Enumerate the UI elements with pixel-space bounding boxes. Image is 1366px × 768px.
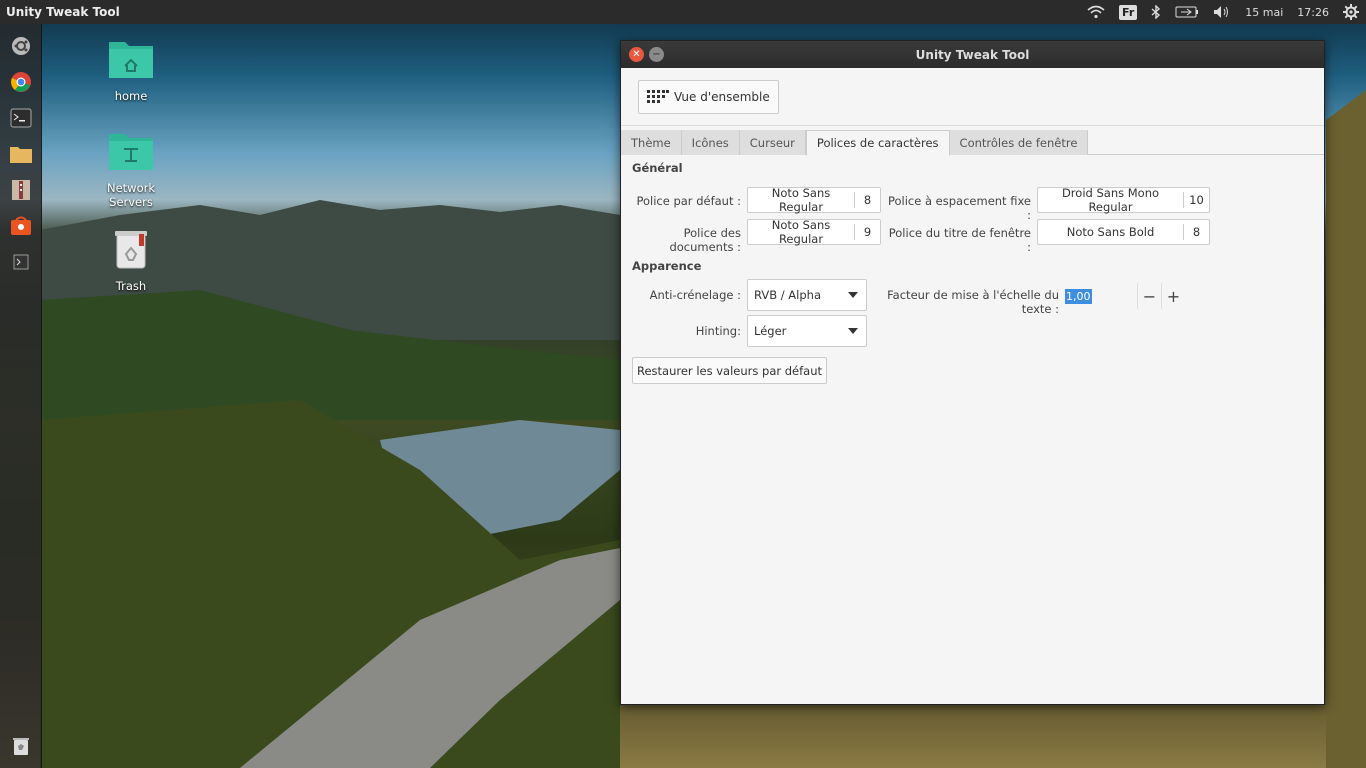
tab-icons[interactable]: Icônes xyxy=(681,130,740,155)
decrease-button[interactable]: − xyxy=(1137,283,1161,309)
reset-defaults-label: Restaurer les valeurs par défaut xyxy=(637,363,823,378)
clock-label[interactable]: 17:26 xyxy=(1290,0,1336,24)
reset-defaults-button[interactable]: Restaurer les valeurs par défaut xyxy=(632,357,828,384)
titlebar-font-size: 8 xyxy=(1183,224,1209,240)
tab-window-controls[interactable]: Contrôles de fenêtre xyxy=(949,130,1089,155)
unity-tweak-tool-window: ✕ − Unity Tweak Tool Vue d'ensemble Thèm… xyxy=(620,40,1325,705)
launcher xyxy=(0,24,42,768)
minus-icon: − xyxy=(1142,286,1157,306)
battery-icon[interactable] xyxy=(1168,0,1206,24)
desktop-icon-label: Network Servers xyxy=(106,181,156,209)
files-icon[interactable] xyxy=(7,140,35,168)
chevron-down-icon xyxy=(848,328,858,334)
default-font-label: Police par défaut : xyxy=(636,194,741,208)
monospace-font-label: Police à espacement fixe : xyxy=(887,194,1031,222)
chrome-icon[interactable] xyxy=(7,68,35,96)
tab-theme[interactable]: Thème xyxy=(621,130,682,155)
hinting-combo[interactable]: Léger xyxy=(747,315,867,347)
network-folder-icon xyxy=(109,134,153,170)
trash-icon[interactable] xyxy=(7,732,35,760)
software-center-icon[interactable] xyxy=(7,212,35,240)
top-panel: Unity Tweak Tool Fr 15 mai 17:26 xyxy=(0,0,1366,24)
desktop-icon-home[interactable]: home xyxy=(86,38,176,103)
desktop-icon-trash[interactable]: Trash xyxy=(86,228,176,293)
window-title: Unity Tweak Tool xyxy=(915,47,1030,62)
date-label[interactable]: 15 mai xyxy=(1238,0,1290,24)
increase-button[interactable]: + xyxy=(1161,283,1185,309)
window-titlebar[interactable]: ✕ − Unity Tweak Tool xyxy=(621,41,1324,68)
dash-icon[interactable] xyxy=(7,32,35,60)
trash-icon xyxy=(115,231,147,269)
desktop-icon-label: home xyxy=(114,89,148,103)
shell-icon[interactable] xyxy=(7,248,35,276)
monospace-font-button[interactable]: Droid Sans Mono Regular 10 xyxy=(1037,186,1210,214)
text-scale-label: Facteur de mise à l'échelle du texte : xyxy=(887,288,1059,316)
terminal-icon[interactable] xyxy=(7,104,35,132)
chevron-down-icon xyxy=(848,292,858,298)
titlebar-font-label: Police du titre de fenêtre : xyxy=(888,226,1031,254)
monospace-font-name: Droid Sans Mono Regular xyxy=(1061,186,1160,214)
overview-button-label: Vue d'ensemble xyxy=(674,90,770,104)
grid-icon xyxy=(647,90,669,103)
titlebar-font-button[interactable]: Noto Sans Bold 8 xyxy=(1037,219,1210,245)
active-app-title: Unity Tweak Tool xyxy=(6,5,120,19)
minimize-icon[interactable]: − xyxy=(649,47,664,62)
bluetooth-icon[interactable] xyxy=(1144,0,1168,24)
default-font-size: 8 xyxy=(854,192,880,208)
default-font-name: Noto Sans Regular xyxy=(771,186,831,214)
overview-button[interactable]: Vue d'ensemble xyxy=(638,80,779,114)
keyboard-layout-indicator[interactable]: Fr xyxy=(1112,0,1144,24)
text-scale-input[interactable]: 1,00 xyxy=(1065,288,1092,304)
document-font-label: Police des documents : xyxy=(669,226,741,254)
default-font-button[interactable]: Noto Sans Regular 8 xyxy=(747,186,881,214)
document-font-button[interactable]: Noto Sans Regular 9 xyxy=(747,218,881,246)
tab-bar: Thème Icônes Curseur Polices de caractèr… xyxy=(621,130,1324,156)
section-appearance-title: Apparence xyxy=(632,259,702,273)
document-font-size: 9 xyxy=(854,224,880,240)
antialias-combo[interactable]: RVB / Alpha xyxy=(747,279,867,311)
wifi-icon[interactable] xyxy=(1080,0,1112,24)
settings-gear-icon[interactable] xyxy=(1336,0,1366,24)
close-icon[interactable]: ✕ xyxy=(629,47,644,62)
desktop-icon-network-servers[interactable]: Network Servers xyxy=(86,130,176,209)
antialias-label: Anti-crénelage : xyxy=(649,288,741,302)
monospace-font-size: 10 xyxy=(1183,192,1209,208)
home-folder-icon xyxy=(109,42,153,78)
section-general-title: Général xyxy=(632,161,683,175)
hinting-label: Hinting: xyxy=(695,324,741,338)
desktop-icon-label: Trash xyxy=(115,279,147,293)
document-font-name: Noto Sans Regular xyxy=(771,218,831,246)
tab-fonts[interactable]: Polices de caractères xyxy=(805,130,950,156)
tab-cursor[interactable]: Curseur xyxy=(739,130,806,155)
archive-manager-icon[interactable] xyxy=(7,176,35,204)
window-toolbar: Vue d'ensemble xyxy=(621,68,1324,126)
keyboard-layout-label: Fr xyxy=(1119,4,1138,20)
plus-icon: + xyxy=(1166,286,1181,306)
system-tray: Fr 15 mai 17:26 xyxy=(1080,0,1366,24)
titlebar-font-name: Noto Sans Bold xyxy=(1066,225,1155,239)
hinting-value: Léger xyxy=(754,324,787,338)
antialias-value: RVB / Alpha xyxy=(754,288,822,302)
volume-icon[interactable] xyxy=(1206,0,1238,24)
